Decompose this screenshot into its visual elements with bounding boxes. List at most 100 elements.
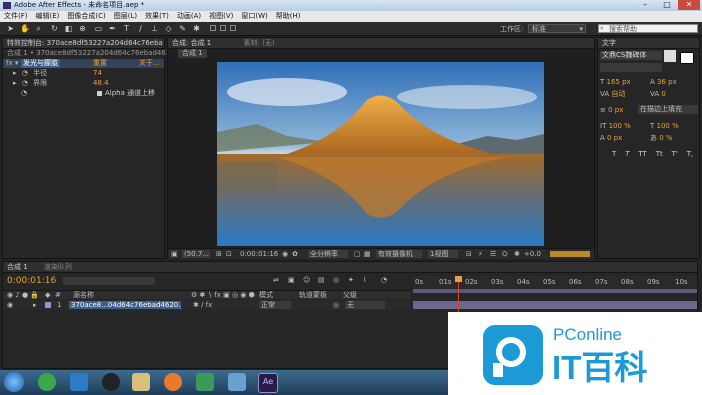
world-axis-icon[interactable] [220,25,226,31]
camera-select[interactable]: 有效摄像机 [376,250,422,258]
hand-tool-icon[interactable]: ✋ [20,24,30,33]
kerning-value[interactable]: 自动 [611,90,625,98]
layer-mode-select[interactable]: 正常 [259,301,291,309]
menu-layer[interactable]: 图层(L) [110,11,141,22]
vertical-scale-value[interactable]: 100 % [609,122,631,130]
mode-column[interactable]: 模式 [259,291,273,300]
show-channel-icon[interactable]: ✿ [292,250,298,258]
baseline-shift-value[interactable]: 0 px [607,134,622,142]
prop-threshold-value[interactable]: 48.4 [93,79,109,88]
toggle-pixel-aspect-icon[interactable]: ⊟ [466,250,472,258]
zoom-tool-icon[interactable]: ⌕ [34,24,43,33]
eraser-tool-icon[interactable]: ◇ [164,24,173,33]
layer-name[interactable]: 370ace8...04d64c76ebad4620.jpg [69,301,181,309]
menu-animation[interactable]: 动画(A) [173,11,205,22]
stopwatch-icon[interactable]: ◔ [22,79,28,87]
resolution-select[interactable]: 全分辨率 [308,250,348,258]
flowchart-icon[interactable]: ⛭ [502,250,508,259]
puppet-tool-icon[interactable]: ✱ [192,24,201,33]
stopwatch-icon[interactable]: ◔ [22,69,28,77]
exposure-icon[interactable]: ✺ [514,250,520,258]
layer-switches-icons[interactable]: ✱ ∕ fx [193,300,212,310]
view-axis-icon[interactable] [230,25,236,31]
brainstorm-icon[interactable]: ✦ [348,276,354,284]
stopwatch-icon[interactable]: ◔ [21,89,27,97]
work-area-bar[interactable] [413,289,697,293]
brush-tool-icon[interactable]: ∕ [136,24,145,33]
all-caps-button[interactable]: TT [638,150,646,158]
always-preview-icon[interactable]: ▣ [171,250,178,258]
camera-snapshot-icon[interactable]: ⊡ [226,250,232,258]
stopwatch-icon[interactable]: ◔ [381,276,387,284]
faux-italic-button[interactable]: T [625,150,629,158]
menu-file[interactable]: 文件(F) [0,11,32,22]
prop-radius-value[interactable]: 74 [93,69,102,78]
workspace-select[interactable]: 标准 ▾ [528,24,586,33]
graph-editor-icon[interactable]: ⌇ [363,276,366,284]
menu-effect[interactable]: 效果(T) [141,11,173,22]
window-manager-icon[interactable] [228,373,246,391]
fill-color-swatch[interactable] [664,50,676,62]
alpha-checkbox[interactable] [97,91,102,96]
maximize-button[interactable]: □ [656,0,678,10]
layer-row[interactable]: ◉ ▸ 1 370ace8...04d64c76ebad4620.jpg ✱ ∕… [3,300,411,310]
pen-tool-icon[interactable]: ✒ [108,24,117,33]
parent-column[interactable]: 父级 [343,291,357,300]
stroke-fill-mode-select[interactable]: 在描边上填充 [638,105,698,114]
comp-mini-flowchart-icon[interactable]: ⇌ [273,276,279,284]
tsume-value[interactable]: 0 % [659,134,672,142]
file-explorer-icon[interactable] [132,373,150,391]
menu-composition[interactable]: 图像合成(C) [63,11,109,22]
menu-view[interactable]: 视图(V) [205,11,237,22]
selection-tool-icon[interactable]: ➤ [6,24,15,33]
exposure-value[interactable]: +0.0 [524,250,541,258]
composition-tab[interactable]: 合成: 合成 1 [172,39,211,47]
browser-360-icon[interactable] [38,373,56,391]
cti-handle[interactable] [455,276,462,282]
type-tool-icon[interactable]: T [122,24,131,33]
help-search-input[interactable]: 搜索帮助 [598,24,698,33]
transparency-grid-icon[interactable]: ▦ [364,250,371,258]
frame-blending-icon[interactable]: ▤ [318,276,325,284]
pickwhip-icon[interactable]: ◎ [333,300,339,310]
effect-controls-tab[interactable]: 特效控制台: 370ace8df53227a204d64c76eba [3,38,164,49]
zoom-select[interactable]: (50.7... [182,250,210,258]
start-button-icon[interactable] [4,372,24,392]
motion-blur-icon[interactable]: ◎ [333,276,339,284]
roi-icon[interactable]: ▢ [354,250,361,258]
small-caps-button[interactable]: Tt [656,150,663,158]
character-panel-title[interactable]: 文字 [598,38,699,49]
comp-subtab[interactable]: 合成 1 [178,49,207,58]
trkmat-column[interactable]: 轨道蒙板 [299,291,327,300]
grid-icon[interactable]: ⊞ [216,250,222,258]
timeline-tab-comp1[interactable]: 合成 1 [7,263,28,271]
minimize-button[interactable]: – [634,0,656,10]
rectangle-tool-icon[interactable]: ▭ [94,24,103,33]
windows-media-icon[interactable] [70,373,88,391]
stroke-color-swatch[interactable] [680,52,694,64]
expand-triangle-icon[interactable]: ▸ [13,69,17,77]
font-style-select[interactable] [600,63,662,72]
layer-parent-select[interactable]: 无 [345,301,385,309]
roto-brush-tool-icon[interactable]: ✎ [178,24,187,33]
layer-label-color[interactable] [45,302,51,308]
shy-layers-icon[interactable]: ☺ [303,276,310,284]
layer-expand-icon[interactable]: ▸ [33,300,37,310]
clone-stamp-tool-icon[interactable]: ⊥ [150,24,159,33]
composition-viewer-image[interactable] [217,62,544,246]
leading-value[interactable]: 36 px [657,78,677,86]
draft-3d-icon[interactable]: ▣ [288,276,295,284]
snapshot-icon[interactable]: ◉ [282,250,288,258]
view-layout-select[interactable]: 1视图 [428,250,458,258]
tracking-value[interactable]: 0 [661,90,665,98]
expand-triangle-icon[interactable]: ▸ [13,79,17,87]
menu-edit[interactable]: 编辑(E) [32,11,64,22]
source-name-column[interactable]: 源名称 [73,291,94,300]
rotate-tool-icon[interactable]: ↻ [50,24,59,33]
footage-tab[interactable]: 素材: (无) [244,39,275,47]
camera-tool-icon[interactable]: ◧ [64,24,73,33]
local-axis-icon[interactable] [210,25,216,31]
effect-reset-link[interactable]: 重置 [93,59,107,68]
firefox-icon[interactable] [164,373,182,391]
font-size-value[interactable]: 165 px [607,78,631,86]
